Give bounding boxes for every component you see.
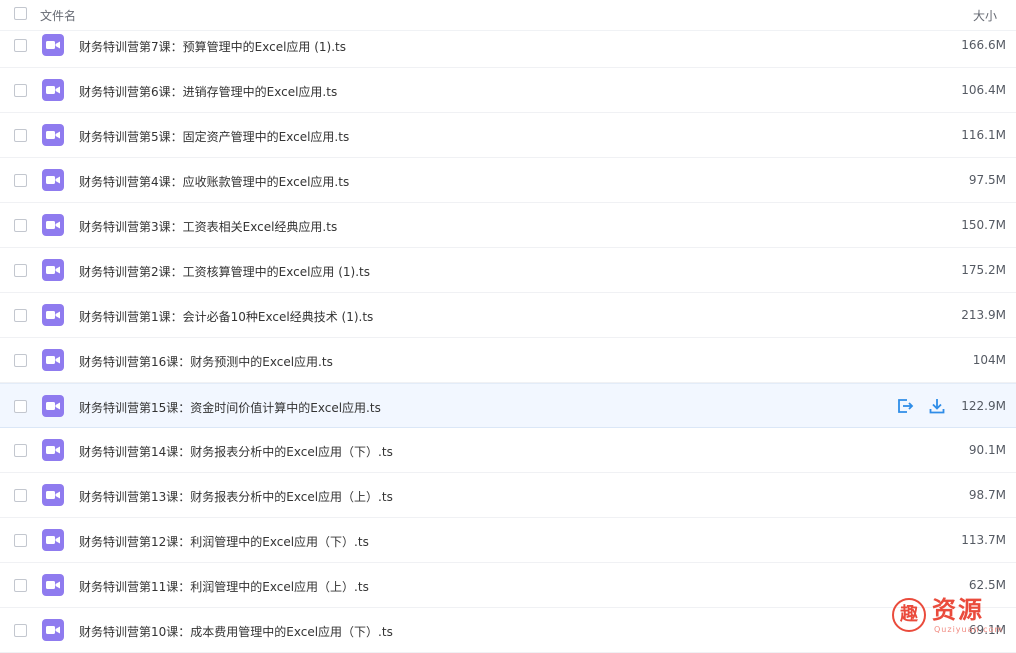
file-name[interactable]: 财务特训营第7课：预算管理中的Excel应用 (1).ts	[79, 38, 346, 55]
share-icon[interactable]	[896, 397, 914, 415]
video-file-icon[interactable]	[42, 619, 64, 641]
video-file-icon[interactable]	[42, 259, 64, 281]
file-size: 116.1M	[961, 128, 1006, 142]
file-name[interactable]: 财务特训营第1课：会计必备10种Excel经典技术 (1).ts	[79, 308, 373, 325]
file-size: 213.9M	[961, 308, 1006, 322]
file-name[interactable]: 财务特训营第15课：资金时间价值计算中的Excel应用.ts	[79, 399, 381, 416]
file-checkbox[interactable]	[14, 174, 27, 187]
file-size: 113.7M	[961, 533, 1006, 547]
file-size: 104M	[972, 353, 1006, 367]
video-file-icon[interactable]	[42, 574, 64, 596]
file-checkbox[interactable]	[14, 489, 27, 502]
file-name[interactable]: 财务特训营第16课：财务预测中的Excel应用.ts	[79, 353, 333, 370]
file-size: 150.7M	[961, 218, 1006, 232]
file-name[interactable]: 财务特训营第2课：工资核算管理中的Excel应用 (1).ts	[79, 263, 370, 280]
file-row[interactable]: 财务特训营第16课：财务预测中的Excel应用.ts 104M	[0, 338, 1016, 383]
file-row[interactable]: 财务特训营第10课：成本费用管理中的Excel应用（下）.ts 69.1M	[0, 608, 1016, 653]
file-checkbox[interactable]	[14, 309, 27, 322]
file-size: 106.4M	[961, 83, 1006, 97]
watermark: 趣 资源 Quziyuan.com	[892, 596, 1010, 636]
file-row[interactable]: 财务特训营第2课：工资核算管理中的Excel应用 (1).ts 175.2M	[0, 248, 1016, 293]
video-file-icon[interactable]	[42, 349, 64, 371]
file-checkbox[interactable]	[14, 400, 27, 413]
video-file-icon[interactable]	[42, 34, 64, 56]
file-size: 175.2M	[961, 263, 1006, 277]
file-name[interactable]: 财务特训营第14课：财务报表分析中的Excel应用（下）.ts	[79, 443, 393, 460]
file-size: 122.9M	[961, 399, 1006, 413]
file-size: 98.7M	[968, 488, 1006, 502]
video-file-icon[interactable]	[42, 214, 64, 236]
file-name[interactable]: 财务特训营第13课：财务报表分析中的Excel应用（上）.ts	[79, 488, 393, 505]
file-size: 166.6M	[961, 38, 1006, 52]
file-row[interactable]: 财务特训营第5课：固定资产管理中的Excel应用.ts 116.1M	[0, 113, 1016, 158]
watermark-text: 资源	[932, 596, 984, 624]
file-row[interactable]: 财务特训营第11课：利润管理中的Excel应用（上）.ts 62.5M	[0, 563, 1016, 608]
file-row[interactable]: 财务特训营第1课：会计必备10种Excel经典技术 (1).ts 213.9M	[0, 293, 1016, 338]
file-size: 90.1M	[968, 443, 1006, 457]
column-header-name[interactable]: 文件名	[40, 7, 76, 24]
file-checkbox[interactable]	[14, 84, 27, 97]
file-checkbox[interactable]	[14, 39, 27, 52]
file-name[interactable]: 财务特训营第3课：工资表相关Excel经典应用.ts	[79, 218, 337, 235]
video-file-icon[interactable]	[42, 304, 64, 326]
video-file-icon[interactable]	[42, 439, 64, 461]
file-checkbox[interactable]	[14, 219, 27, 232]
file-name[interactable]: 财务特训营第5课：固定资产管理中的Excel应用.ts	[79, 128, 349, 145]
file-size: 97.5M	[968, 173, 1006, 187]
download-icon[interactable]	[928, 397, 946, 415]
select-all-checkbox[interactable]	[14, 7, 27, 20]
file-row[interactable]: 财务特训营第3课：工资表相关Excel经典应用.ts 150.7M	[0, 203, 1016, 248]
file-row[interactable]: 财务特训营第13课：财务报表分析中的Excel应用（上）.ts 98.7M	[0, 473, 1016, 518]
file-size: 62.5M	[968, 578, 1006, 592]
file-name[interactable]: 财务特训营第11课：利润管理中的Excel应用（上）.ts	[79, 578, 369, 595]
file-name[interactable]: 财务特训营第6课：进销存管理中的Excel应用.ts	[79, 83, 337, 100]
file-checkbox[interactable]	[14, 444, 27, 457]
file-row[interactable]: 财务特训营第14课：财务报表分析中的Excel应用（下）.ts 90.1M	[0, 428, 1016, 473]
video-file-icon[interactable]	[42, 124, 64, 146]
file-row[interactable]: 财务特训营第12课：利润管理中的Excel应用（下）.ts 113.7M	[0, 518, 1016, 563]
video-file-icon[interactable]	[42, 484, 64, 506]
file-checkbox[interactable]	[14, 534, 27, 547]
file-checkbox[interactable]	[14, 579, 27, 592]
file-checkbox[interactable]	[14, 129, 27, 142]
file-name[interactable]: 财务特训营第10课：成本费用管理中的Excel应用（下）.ts	[79, 623, 393, 640]
video-file-icon[interactable]	[42, 79, 64, 101]
file-checkbox[interactable]	[14, 624, 27, 637]
video-file-icon[interactable]	[42, 529, 64, 551]
file-name[interactable]: 财务特训营第4课：应收账款管理中的Excel应用.ts	[79, 173, 349, 190]
column-header-size[interactable]: 大小	[973, 7, 997, 24]
file-list: 财务特训营第7课：预算管理中的Excel应用 (1).ts 166.6M 财务特训营…	[0, 23, 1016, 653]
file-checkbox[interactable]	[14, 264, 27, 277]
watermark-url: Quziyuan.com	[934, 625, 1004, 634]
file-name[interactable]: 财务特训营第12课：利润管理中的Excel应用（下）.ts	[79, 533, 369, 550]
row-actions	[896, 397, 946, 415]
watermark-seal: 趣	[892, 598, 926, 632]
video-file-icon[interactable]	[42, 395, 64, 417]
file-row[interactable]: 财务特训营第15课：资金时间价值计算中的Excel应用.ts 122.9M	[0, 383, 1016, 428]
file-row[interactable]: 财务特训营第4课：应收账款管理中的Excel应用.ts 97.5M	[0, 158, 1016, 203]
file-row[interactable]: 财务特训营第6课：进销存管理中的Excel应用.ts 106.4M	[0, 68, 1016, 113]
file-row[interactable]: 财务特训营第7课：预算管理中的Excel应用 (1).ts 166.6M	[0, 23, 1016, 68]
video-file-icon[interactable]	[42, 169, 64, 191]
file-checkbox[interactable]	[14, 354, 27, 367]
